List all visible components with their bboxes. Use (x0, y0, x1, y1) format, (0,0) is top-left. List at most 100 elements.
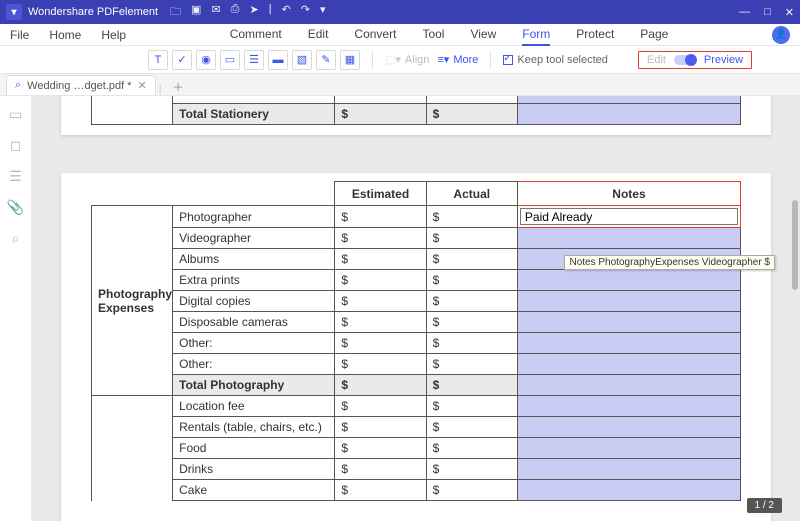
actual-cell[interactable]: $ (426, 396, 517, 417)
actual-cell[interactable]: $ (426, 438, 517, 459)
menu-tool[interactable]: Tool (422, 24, 444, 46)
table-row (92, 96, 741, 104)
actual-cell[interactable]: $ (426, 312, 517, 333)
new-tab-button[interactable]: ＋ (173, 79, 184, 95)
actual-cell[interactable]: $ (426, 417, 517, 438)
text-field-icon[interactable]: T (148, 50, 168, 70)
undo-icon[interactable]: ↶ (282, 3, 291, 22)
notes-cell[interactable] (517, 438, 740, 459)
menu-protect[interactable]: Protect (576, 24, 614, 46)
tab-wedding-budget[interactable]: ⌕ Wedding …dget.pdf * ✕ (6, 75, 156, 95)
notes-cell[interactable] (517, 459, 740, 480)
menu-form[interactable]: Form (522, 24, 550, 46)
estimated-cell[interactable]: $ (335, 228, 426, 249)
estimated-cell[interactable]: $ (335, 291, 426, 312)
notes-cell[interactable] (517, 354, 740, 375)
vertical-scrollbar[interactable] (792, 200, 798, 290)
notes-cell[interactable] (517, 417, 740, 438)
menu-page[interactable]: Page (640, 24, 668, 46)
photography-table: Estimated Actual Notes Photography Expen… (91, 181, 741, 501)
keep-tool-checkbox[interactable]: Keep tool selected (503, 54, 608, 66)
notes-cell[interactable] (517, 228, 740, 249)
button-icon[interactable]: ▬ (268, 50, 288, 70)
redo-icon[interactable]: ↷ (301, 3, 310, 22)
tab-close-icon[interactable]: ✕ (138, 79, 147, 92)
estimated-cell[interactable]: $ (335, 333, 426, 354)
notes-cell[interactable] (517, 291, 740, 312)
notes-cell[interactable] (517, 270, 740, 291)
comments-icon[interactable]: ☰ (9, 168, 22, 185)
actual-cell[interactable]: $ (426, 206, 517, 228)
menu-file[interactable]: File (10, 28, 29, 42)
actual-cell[interactable]: $ (426, 333, 517, 354)
estimated-cell[interactable]: $ (335, 312, 426, 333)
menu-convert[interactable]: Convert (354, 24, 396, 46)
notes-cell[interactable] (517, 206, 740, 228)
notes-cell[interactable] (517, 333, 740, 354)
edit-mode-label[interactable]: Edit (647, 54, 666, 66)
checkbox-icon[interactable]: ✓ (172, 50, 192, 70)
estimated-cell[interactable]: $ (335, 249, 426, 270)
row-label: Disposable cameras (173, 312, 335, 333)
align-button[interactable]: ⬚▾ Align (385, 53, 429, 66)
separator (490, 51, 491, 69)
dropdown-icon[interactable]: ▾ (320, 3, 326, 22)
more-button[interactable]: ≡▾ More (437, 53, 478, 66)
image-icon[interactable]: ▣ (191, 3, 201, 22)
separator: | (269, 3, 272, 22)
share-icon[interactable]: ➤ (249, 3, 258, 22)
notes-cell[interactable] (517, 480, 740, 501)
menu-comment[interactable]: Comment (230, 24, 282, 46)
actual-cell[interactable]: $ (426, 249, 517, 270)
actual-cell: $ (426, 375, 517, 396)
actual-cell[interactable]: $ (426, 480, 517, 501)
document-viewport[interactable]: Total Stationery $ $ Estimated Actual No… (32, 96, 800, 521)
open-icon[interactable]: 🗀 (170, 3, 181, 22)
menu-edit[interactable]: Edit (308, 24, 329, 46)
radio-icon[interactable]: ◉ (196, 50, 216, 70)
estimated-cell[interactable]: $ (335, 459, 426, 480)
attachment-icon[interactable]: 📎 (7, 199, 24, 216)
notes-cell[interactable] (517, 104, 740, 125)
listbox-icon[interactable]: ☰ (244, 50, 264, 70)
menu-home[interactable]: Home (49, 28, 81, 42)
estimated-cell[interactable]: $ (335, 354, 426, 375)
thumbnails-icon[interactable]: ▭ (9, 106, 22, 123)
actual-cell[interactable]: $ (426, 354, 517, 375)
actual-cell[interactable]: $ (426, 228, 517, 249)
estimated-cell[interactable]: $ (335, 417, 426, 438)
side-panel: ▭ ◻ ☰ 📎 ⌕ (0, 96, 32, 521)
mail-icon[interactable]: ✉ (211, 3, 220, 22)
notes-input[interactable] (520, 208, 738, 225)
estimated-cell: $ (335, 104, 426, 125)
bookmark-icon[interactable]: ◻ (10, 137, 22, 154)
user-avatar[interactable]: 👤 (772, 26, 790, 44)
estimated-cell[interactable]: $ (335, 480, 426, 501)
combobox-icon[interactable]: ▭ (220, 50, 240, 70)
actual-cell[interactable]: $ (426, 270, 517, 291)
mode-toggle[interactable] (674, 55, 696, 65)
estimated-cell[interactable]: $ (335, 206, 426, 228)
row-other-1: Other: $ $ (92, 333, 741, 354)
page-indicator[interactable]: 1 / 2 (747, 498, 782, 513)
image-field-icon[interactable]: ▧ (292, 50, 312, 70)
search-icon[interactable]: ⌕ (12, 230, 20, 247)
estimated-cell[interactable]: $ (335, 270, 426, 291)
notes-cell[interactable] (517, 375, 740, 396)
date-icon[interactable]: ▦ (340, 50, 360, 70)
close-icon[interactable]: ✕ (785, 6, 794, 19)
actual-cell[interactable]: $ (426, 291, 517, 312)
notes-cell[interactable] (517, 396, 740, 417)
maximize-icon[interactable]: □ (764, 6, 771, 19)
preview-mode-label[interactable]: Preview (704, 54, 743, 66)
print-icon[interactable]: ⎙ (231, 3, 240, 22)
menu-help[interactable]: Help (101, 28, 126, 42)
minimize-icon[interactable]: — (739, 6, 750, 19)
estimated-cell[interactable]: $ (335, 438, 426, 459)
estimated-cell: $ (335, 375, 426, 396)
signature-icon[interactable]: ✎ (316, 50, 336, 70)
menu-view[interactable]: View (470, 24, 496, 46)
actual-cell[interactable]: $ (426, 459, 517, 480)
estimated-cell[interactable]: $ (335, 396, 426, 417)
notes-cell[interactable] (517, 312, 740, 333)
